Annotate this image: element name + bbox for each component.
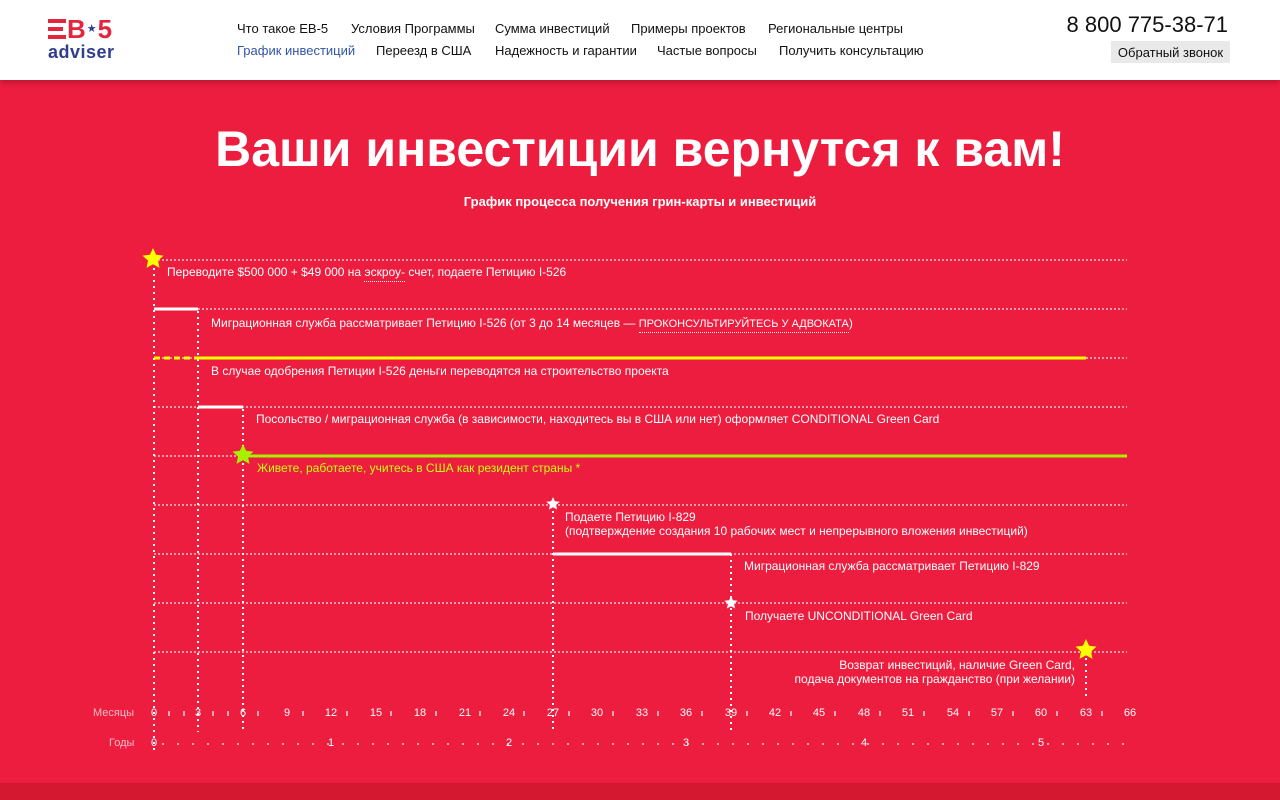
nav-relocation-usa[interactable]: Переезд в США: [376, 43, 471, 58]
year-tick: 4: [860, 737, 868, 749]
step-text: Переводите $500 000 + $49 000 на: [167, 265, 365, 279]
month-tick: 21: [458, 707, 472, 719]
month-tick: 39: [724, 707, 738, 719]
nav-program-terms[interactable]: Условия Программы: [351, 21, 475, 36]
years-axis-title: Годы: [109, 737, 135, 749]
month-tick: 57: [990, 707, 1004, 719]
footer-band: [0, 783, 1280, 800]
year-tick: 2: [505, 737, 513, 749]
month-tick: 45: [812, 707, 826, 719]
year-tick: 1: [327, 737, 335, 749]
step-live-as-resident: Живете, работаете, учитесь в США как рез…: [257, 461, 581, 475]
month-tick: 42: [768, 707, 782, 719]
escrow-link[interactable]: эскроу-: [364, 265, 406, 282]
step-i526-review: Миграционная служба рассматривает Петици…: [211, 316, 853, 333]
step-investment-return: Возврат инвестиций, наличие Green Card, …: [735, 658, 1075, 686]
year-tick: 5: [1037, 737, 1045, 749]
star-icon: [142, 248, 164, 268]
nav-what-is-eb5[interactable]: Что такое EB-5: [237, 21, 328, 36]
star-icon: [724, 596, 738, 609]
month-tick: 33: [635, 707, 649, 719]
logo-wordmark: adviser: [48, 42, 115, 62]
consult-lawyer-link[interactable]: ПРОКОНСУЛЬТИРУЙТЕСЬ У АДВОКАТА: [638, 318, 849, 333]
month-tick: 15: [369, 707, 383, 719]
site-header: B ★ 5 adviser Что такое EB-5 Условия Про…: [0, 0, 1280, 80]
nav-investment-amount[interactable]: Сумма инвестиций: [495, 21, 610, 36]
year-tick: 3: [682, 737, 690, 749]
month-tick: 3: [194, 707, 202, 719]
logo-e-mark: [48, 18, 66, 40]
month-tick: 9: [283, 707, 291, 719]
step-file-i829: Подаете Петицию I-829 (подтверждение соз…: [565, 510, 1028, 538]
month-tick: 27: [546, 707, 560, 719]
month-tick: 63: [1079, 707, 1093, 719]
month-tick: 66: [1123, 707, 1137, 719]
logo-five: 5: [97, 14, 113, 44]
month-tick: 12: [324, 707, 338, 719]
nav-investment-schedule[interactable]: График инвестиций: [237, 43, 355, 58]
nav-regional-centers[interactable]: Региональные центры: [768, 21, 903, 36]
months-axis-title: Месяцы: [93, 707, 135, 719]
step-text: Подаете Петицию I-829: [565, 510, 696, 524]
year-tick: 0: [150, 737, 158, 749]
month-tick: 48: [857, 707, 871, 719]
month-tick: 36: [679, 707, 693, 719]
logo-b-letter: B: [67, 14, 86, 44]
month-tick: 0: [150, 707, 158, 719]
nav-reliability-guarantees[interactable]: Надежность и гарантии: [495, 43, 637, 58]
step-conditional-green-card: Посольство / миграционная служба (в зави…: [256, 412, 940, 426]
nav-get-consultation[interactable]: Получить консультацию: [779, 43, 924, 58]
timeline-graphic: [142, 248, 1132, 752]
step-text: ): [848, 316, 853, 330]
nav-faq[interactable]: Частые вопросы: [657, 43, 757, 58]
step-escrow-transfer: Переводите $500 000 + $49 000 на эскроу-…: [167, 265, 567, 282]
month-tick: 60: [1034, 707, 1048, 719]
month-tick: 6: [239, 707, 247, 719]
month-tick: 51: [901, 707, 915, 719]
star-icon: [232, 444, 254, 464]
logo-star-icon: ★: [86, 23, 97, 35]
step-i829-review: Миграционная служба рассматривает Петици…: [744, 559, 1040, 573]
month-tick: 54: [946, 707, 960, 719]
step-text: Миграционная служба рассматривает Петици…: [211, 316, 639, 330]
step-text: Возврат инвестиций, наличие Green Card,: [839, 658, 1075, 672]
eb5-adviser-logo[interactable]: B ★ 5 adviser: [48, 16, 122, 64]
step-text: (подтверждение создания 10 рабочих мест …: [565, 524, 1028, 538]
step-unconditional-green-card: Получаете UNCONDITIONAL Green Card: [745, 609, 973, 623]
month-tick: 30: [590, 707, 604, 719]
phone-number[interactable]: 8 800 775-38-71: [1067, 12, 1228, 38]
month-tick: 24: [502, 707, 516, 719]
step-text: подача документов на гражданство (при же…: [794, 672, 1075, 686]
star-icon: [1075, 639, 1097, 659]
callback-button[interactable]: Обратный звонок: [1111, 41, 1230, 63]
nav-project-examples[interactable]: Примеры проектов: [631, 21, 746, 36]
step-funds-to-project: В случае одобрения Петиции I-526 деньги …: [211, 364, 669, 378]
month-tick: 18: [413, 707, 427, 719]
star-icon: [546, 497, 560, 510]
step-text: счет, подаете Петицию I-526: [405, 265, 567, 279]
